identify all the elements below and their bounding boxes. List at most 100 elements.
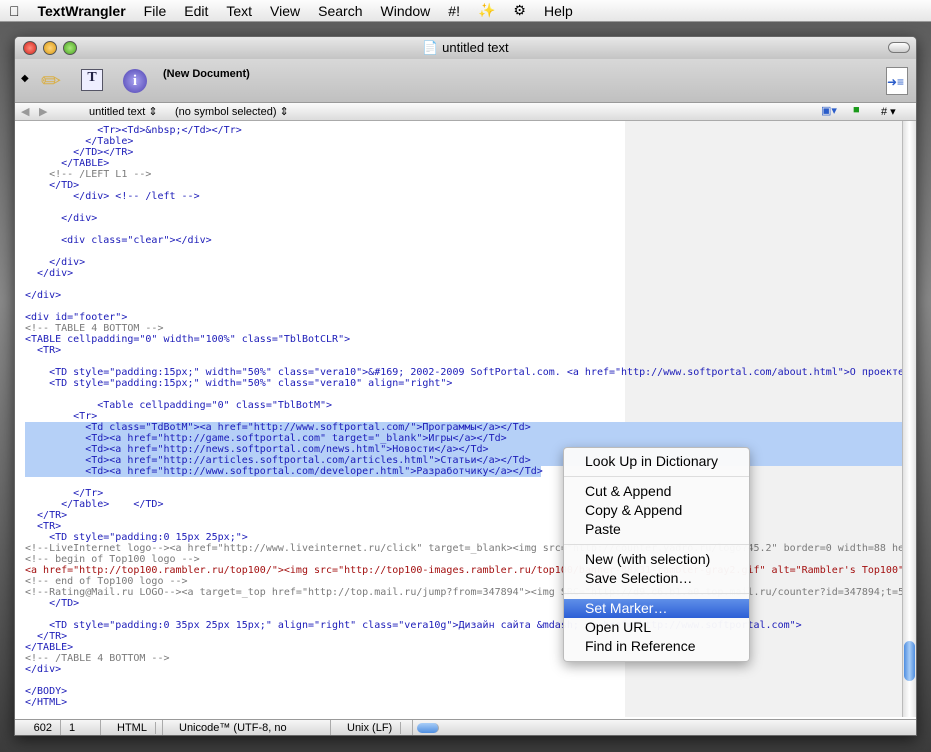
document-status: (New Document) <box>163 68 250 80</box>
document-drawer-icon[interactable]: ➜≡ <box>886 67 908 95</box>
apple-menu-icon[interactable]:  <box>0 3 29 19</box>
horizontal-scroll-thumb[interactable] <box>417 722 439 733</box>
code-line: </TD></TR> <box>25 147 134 158</box>
line-endings-popup[interactable]: Unix (LF) ⇕ <box>331 719 413 735</box>
menu-item-new-with-selection[interactable]: New (with selection) <box>564 550 749 569</box>
document-window: 📄 untitled text ◆ ✏ T i (New Document) ➜… <box>14 36 917 736</box>
code-line: <div id="footer"> <box>25 312 128 323</box>
diamond-icon[interactable]: ◆ <box>21 73 29 84</box>
code-line: </TR> <box>25 631 68 642</box>
hash-popup[interactable]: # ▾ <box>881 105 896 118</box>
code-line: <!-- end of Top100 logo --> <box>25 576 188 587</box>
code-line: <Tr> <box>25 411 98 422</box>
text-editor[interactable]: <Tr><Td>&nbsp;</Td></Tr> </Table> </TD><… <box>15 121 904 717</box>
minimize-button[interactable] <box>43 41 57 55</box>
forward-arrow-icon[interactable]: ▶ <box>39 105 47 118</box>
menu-item-paste[interactable]: Paste <box>564 520 749 539</box>
code-line: </TD> <box>25 598 80 609</box>
menu-item-set-marker[interactable]: Set Marker… <box>564 599 749 618</box>
file-popup[interactable]: untitled text ⇕ <box>89 105 158 118</box>
code-line: </Table> <box>25 136 134 147</box>
scrollbar-thumb[interactable] <box>904 641 915 681</box>
menu-item-look-up[interactable]: Look Up in Dictionary <box>564 452 749 471</box>
code-line: <TD style="padding:0 35px 25px 15px;" al… <box>25 620 802 631</box>
menu-bar:  TextWrangler File Edit Text View Searc… <box>0 0 931 22</box>
symbol-popup[interactable]: (no symbol selected) ⇕ <box>175 105 289 118</box>
menu-item-copy-append[interactable]: Copy & Append <box>564 501 749 520</box>
back-arrow-icon[interactable]: ◀ <box>21 105 29 118</box>
code-line: <TR> <box>25 521 62 532</box>
menu-item-open-url[interactable]: Open URL <box>564 618 749 637</box>
menu-help[interactable]: Help <box>535 3 582 19</box>
code-line: </TD> <box>25 180 80 191</box>
text-options-icon[interactable]: T <box>81 69 103 91</box>
code-line: </Table> </TD> <box>25 499 164 510</box>
code-line: <TR> <box>25 345 62 356</box>
menu-edit[interactable]: Edit <box>175 3 217 19</box>
code-line: <Td><a href="http://news.softportal.com/… <box>25 444 904 455</box>
code-line: <!--Rating@Mail.ru LOGO--><a target=_top… <box>25 587 904 598</box>
hash-label: # <box>881 106 888 118</box>
menu-item-save-selection[interactable]: Save Selection… <box>564 569 749 588</box>
encoding-popup[interactable]: Unicode™ (UTF-8, no BOM) ⇕ <box>163 719 331 735</box>
menu-shebang[interactable]: #! <box>439 3 469 19</box>
code-line: <a href="http://top100.rambler.ru/top100… <box>25 565 904 576</box>
code-line: <div class="clear"></div> <box>25 235 212 246</box>
file-popup-label: untitled text <box>89 106 146 118</box>
menu-separator <box>564 544 749 545</box>
toolbar: ◆ ✏ T i (New Document) ➜≡ <box>15 59 916 103</box>
code-line: </TABLE> <box>25 642 74 653</box>
scripts-menu-icon[interactable]: ✨ <box>469 2 504 19</box>
code-line: </div> <box>25 664 62 675</box>
menu-text[interactable]: Text <box>217 3 261 19</box>
menu-separator <box>564 593 749 594</box>
code-line: </HTML> <box>25 697 68 708</box>
code-line: </div> <box>25 257 86 268</box>
column-number: 1 <box>61 719 101 735</box>
menu-file[interactable]: File <box>135 3 176 19</box>
close-button[interactable] <box>23 41 37 55</box>
menu-app[interactable]: TextWrangler <box>29 3 135 19</box>
language-popup[interactable]: HTML ⇕ <box>101 719 163 735</box>
code-line: <!--LiveInternet logo--><a href="http://… <box>25 543 904 554</box>
code-line: </TR> <box>25 510 68 521</box>
zoom-button[interactable] <box>63 41 77 55</box>
title-bar: 📄 untitled text <box>15 37 916 59</box>
code-lines: <Tr><Td>&nbsp;</Td></Tr> </Table> </TD><… <box>25 125 904 708</box>
code-line: </div> <box>25 290 62 301</box>
code-line: <!-- /TABLE 4 BOTTOM --> <box>25 653 170 664</box>
menu-view[interactable]: View <box>261 3 309 19</box>
gear-menu-icon[interactable]: ⚙ <box>504 2 535 19</box>
code-line: <Table cellpadding="0" class="TblBotM"> <box>25 400 333 411</box>
menu-item-find-in-reference[interactable]: Find in Reference <box>564 637 749 656</box>
code-line: </div> <box>25 213 98 224</box>
info-icon[interactable]: i <box>123 69 147 93</box>
code-line: <Td><a href="http://www.softportal.com/d… <box>25 466 543 477</box>
pencil-icon[interactable]: ✏ <box>41 67 61 96</box>
line-endings-label: Unix (LF) <box>339 721 402 734</box>
menu-separator <box>564 476 749 477</box>
document-info-icon[interactable]: ▣▾ <box>821 104 837 117</box>
code-line: <TD style="padding:15px;" width="50%" cl… <box>25 378 453 389</box>
menu-item-cut-append[interactable]: Cut & Append <box>564 482 749 501</box>
menu-search[interactable]: Search <box>309 3 371 19</box>
code-line: </div> <box>25 268 74 279</box>
context-menu: Look Up in Dictionary Cut & Append Copy … <box>563 447 750 662</box>
code-line: </Tr> <box>25 488 104 499</box>
menu-window[interactable]: Window <box>372 3 440 19</box>
toolbar-toggle-button[interactable] <box>888 42 910 53</box>
vertical-scrollbar[interactable] <box>902 121 916 717</box>
horizontal-scrollbar[interactable] <box>413 720 447 736</box>
counterpart-icon[interactable]: ■ <box>853 104 860 116</box>
code-line: <Td><a href="http://game.softportal.com"… <box>25 433 904 444</box>
